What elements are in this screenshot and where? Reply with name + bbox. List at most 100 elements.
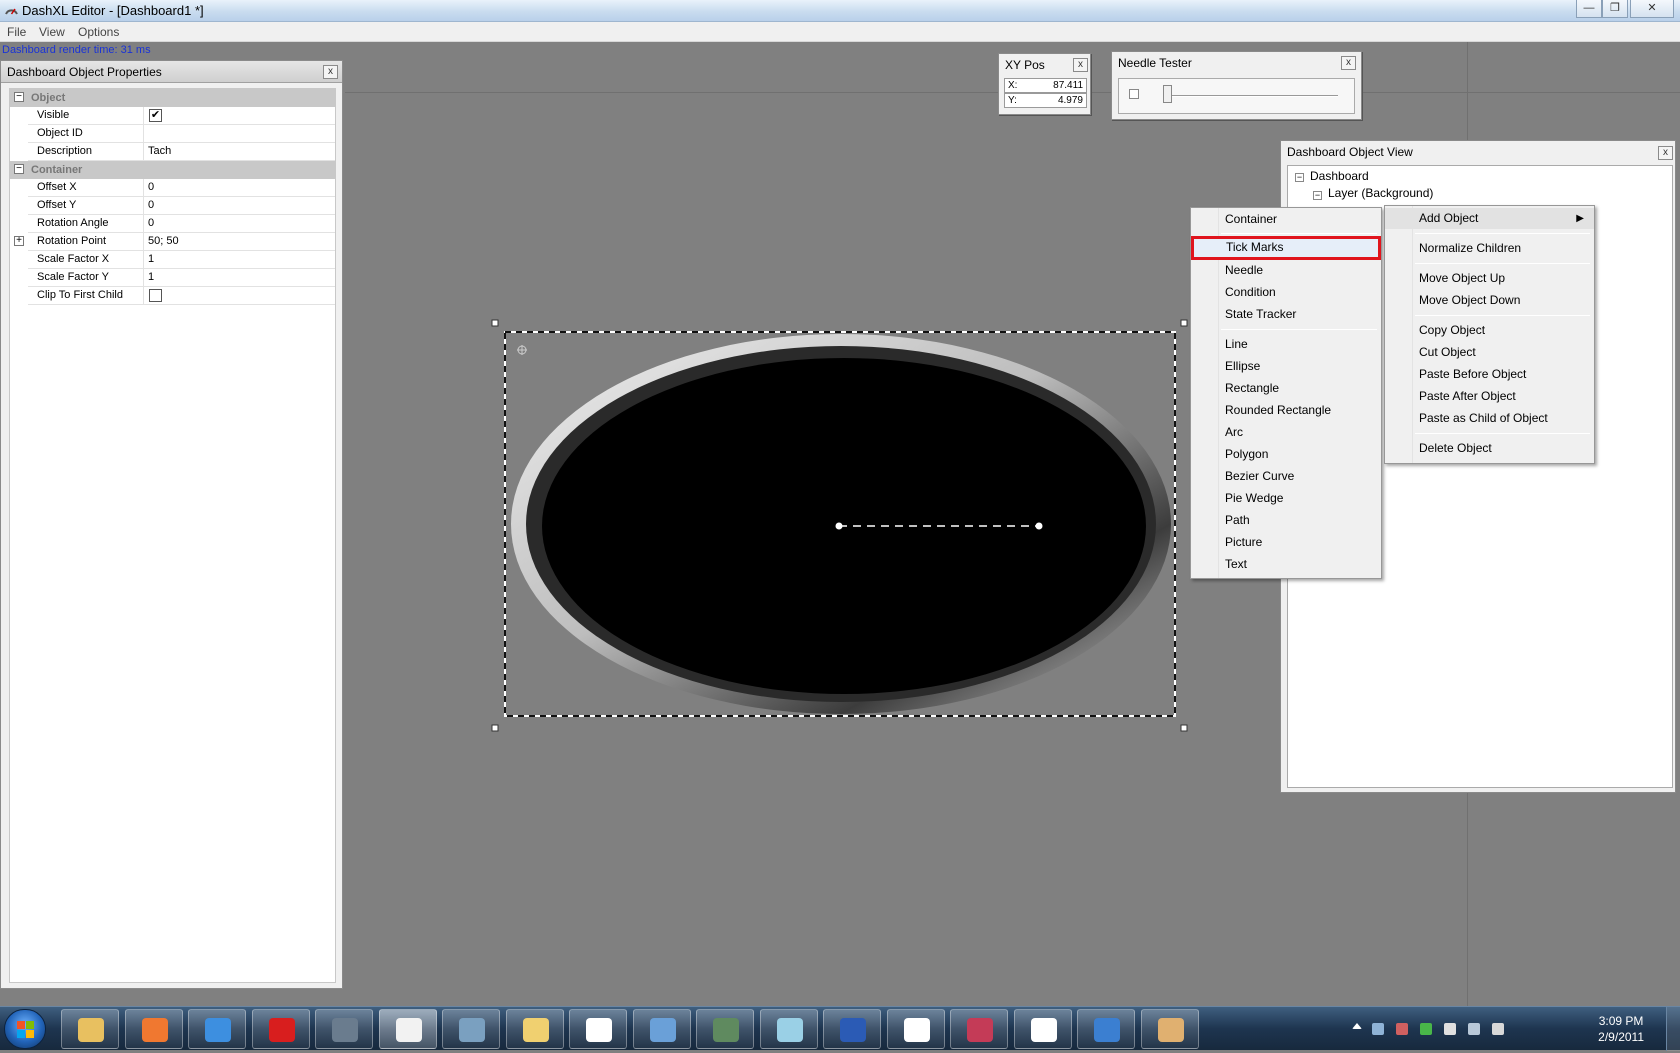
collapse-icon[interactable]: −: [14, 92, 24, 102]
show-desktop-button[interactable]: [1666, 1007, 1680, 1051]
description-value[interactable]: Tach: [145, 143, 335, 161]
resize-handle[interactable]: [1180, 319, 1188, 327]
properties-close-button[interactable]: x: [323, 65, 338, 79]
offset-x-value[interactable]: 0: [145, 179, 335, 197]
category-object[interactable]: − Object: [10, 89, 335, 107]
menu-item-move-object-down[interactable]: Move Object Down: [1385, 290, 1594, 311]
menu-item-bezier-curve[interactable]: Bezier Curve: [1191, 466, 1381, 487]
property-row-scale-factor-x[interactable]: Scale Factor X 1: [10, 251, 335, 269]
offset-y-value[interactable]: 0: [145, 197, 335, 215]
flag-tray-icon[interactable]: [1444, 1023, 1456, 1035]
collapse-icon[interactable]: −: [1295, 173, 1304, 182]
rotation-angle-value[interactable]: 0: [145, 215, 335, 233]
property-row-offset-y[interactable]: Offset Y 0: [10, 197, 335, 215]
resize-handle[interactable]: [491, 724, 499, 732]
battery-tray-icon[interactable]: [1420, 1023, 1432, 1035]
needle-start-handle[interactable]: [835, 522, 843, 530]
taskbar-button-paint-palette[interactable]: [1140, 1009, 1199, 1049]
needle-slider-track[interactable]: [1163, 95, 1338, 97]
property-row-clip-to-first-child[interactable]: Clip To First Child: [10, 287, 335, 305]
object-id-value[interactable]: [145, 125, 335, 143]
network-tray-icon[interactable]: [1372, 1023, 1384, 1035]
menu-item-condition[interactable]: Condition: [1191, 282, 1381, 303]
needle-tester-close-button[interactable]: x: [1341, 56, 1356, 70]
menu-item-needle[interactable]: Needle: [1191, 260, 1381, 281]
needle-checkbox[interactable]: [1129, 89, 1139, 99]
needle-slider-thumb[interactable]: [1162, 85, 1172, 103]
menu-item-path[interactable]: Path: [1191, 510, 1381, 531]
visible-checkbox[interactable]: ✔: [149, 109, 162, 122]
show-hidden-icons-icon[interactable]: [1352, 1023, 1362, 1029]
property-row-visible[interactable]: Visible ✔: [10, 107, 335, 125]
property-row-rotation-point[interactable]: + Rotation Point 50; 50: [10, 233, 335, 251]
tree-node-layer-background[interactable]: Layer (Background): [1328, 186, 1433, 200]
menu-options[interactable]: Options: [78, 25, 119, 39]
taskbar-button-opera[interactable]: [251, 1009, 310, 1049]
object-view-close-button[interactable]: x: [1658, 146, 1673, 160]
security-tray-icon[interactable]: [1396, 1023, 1408, 1035]
taskbar-button-internet-explorer[interactable]: [188, 1009, 246, 1049]
clip-to-first-child-checkbox[interactable]: [149, 289, 162, 302]
rotation-point-value[interactable]: 50; 50: [145, 233, 335, 251]
menu-item-add-object[interactable]: Add Object ▶: [1385, 208, 1594, 229]
start-button[interactable]: [4, 1009, 46, 1049]
dashxl-app-icon[interactable]: [4, 3, 19, 18]
menu-item-arc[interactable]: Arc: [1191, 422, 1381, 443]
property-row-scale-factor-y[interactable]: Scale Factor Y 1: [10, 269, 335, 287]
taskbar-button-document[interactable]: [1013, 1009, 1072, 1049]
close-window-button[interactable]: ✕: [1630, 0, 1674, 18]
taskbar-button-terminal[interactable]: [696, 1009, 754, 1049]
taskbar-button-powerpoint[interactable]: [950, 1009, 1008, 1049]
taskbar-button-network-tool[interactable]: [442, 1009, 500, 1049]
collapse-icon[interactable]: −: [14, 164, 24, 174]
taskbar-button-word[interactable]: [823, 1009, 881, 1049]
taskbar-button-sticky-notes[interactable]: [759, 1009, 818, 1049]
taskbar-button-itunes[interactable]: [1077, 1009, 1135, 1049]
category-container[interactable]: − Container: [10, 161, 335, 179]
taskbar-button-dashxl-editor[interactable]: [378, 1009, 437, 1049]
menu-file[interactable]: File: [7, 25, 26, 39]
menu-item-polygon[interactable]: Polygon: [1191, 444, 1381, 465]
expand-icon[interactable]: +: [14, 236, 24, 246]
menu-item-picture[interactable]: Picture: [1191, 532, 1381, 553]
menu-item-normalize-children[interactable]: Normalize Children: [1385, 238, 1594, 259]
resize-handle[interactable]: [1180, 724, 1188, 732]
property-row-offset-x[interactable]: Offset X 0: [10, 179, 335, 197]
minimize-button[interactable]: —: [1576, 0, 1602, 18]
menu-item-move-object-up[interactable]: Move Object Up: [1385, 268, 1594, 289]
taskbar-button-document[interactable]: [886, 1009, 945, 1049]
scale-factor-y-value[interactable]: 1: [145, 269, 335, 287]
menu-item-delete-object[interactable]: Delete Object: [1385, 438, 1594, 459]
system-clock[interactable]: 3:09 PM 2/9/2011: [1598, 1013, 1644, 1045]
taskbar-button-virtualbox[interactable]: [124, 1009, 183, 1049]
taskbar-button-explorer[interactable]: [61, 1009, 119, 1049]
volume-tray-icon[interactable]: [1492, 1023, 1504, 1035]
menu-item-rectangle[interactable]: Rectangle: [1191, 378, 1381, 399]
taskbar-button-document[interactable]: [569, 1009, 627, 1049]
display-tray-icon[interactable]: [1468, 1023, 1480, 1035]
rotation-point-icon[interactable]: [517, 345, 527, 355]
menu-item-text[interactable]: Text: [1191, 554, 1381, 575]
menu-item-tick-marks[interactable]: Tick Marks: [1191, 236, 1381, 260]
menu-item-paste-after-object[interactable]: Paste After Object: [1385, 386, 1594, 407]
xy-pos-close-button[interactable]: x: [1073, 58, 1088, 72]
menu-item-state-tracker[interactable]: State Tracker: [1191, 304, 1381, 325]
menu-item-ellipse[interactable]: Ellipse: [1191, 356, 1381, 377]
taskbar-button-steam[interactable]: [315, 1009, 373, 1049]
tree-node-dashboard[interactable]: Dashboard: [1310, 169, 1369, 183]
menu-item-container[interactable]: Container: [1191, 209, 1381, 230]
menu-item-cut-object[interactable]: Cut Object: [1385, 342, 1594, 363]
menu-item-rounded-rectangle[interactable]: Rounded Rectangle: [1191, 400, 1381, 421]
menu-item-line[interactable]: Line: [1191, 334, 1381, 355]
taskbar-button-paint[interactable]: [505, 1009, 564, 1049]
resize-handle[interactable]: [491, 319, 499, 327]
menu-item-paste-as-child[interactable]: Paste as Child of Object: [1385, 408, 1594, 429]
property-row-description[interactable]: Description Tach: [10, 143, 335, 161]
needle-end-handle[interactable]: [1035, 522, 1043, 530]
scale-factor-x-value[interactable]: 1: [145, 251, 335, 269]
menu-item-pie-wedge[interactable]: Pie Wedge: [1191, 488, 1381, 509]
collapse-icon[interactable]: −: [1313, 191, 1322, 200]
menu-item-copy-object[interactable]: Copy Object: [1385, 320, 1594, 341]
property-row-rotation-angle[interactable]: Rotation Angle 0: [10, 215, 335, 233]
maximize-button[interactable]: ❐: [1602, 0, 1628, 18]
